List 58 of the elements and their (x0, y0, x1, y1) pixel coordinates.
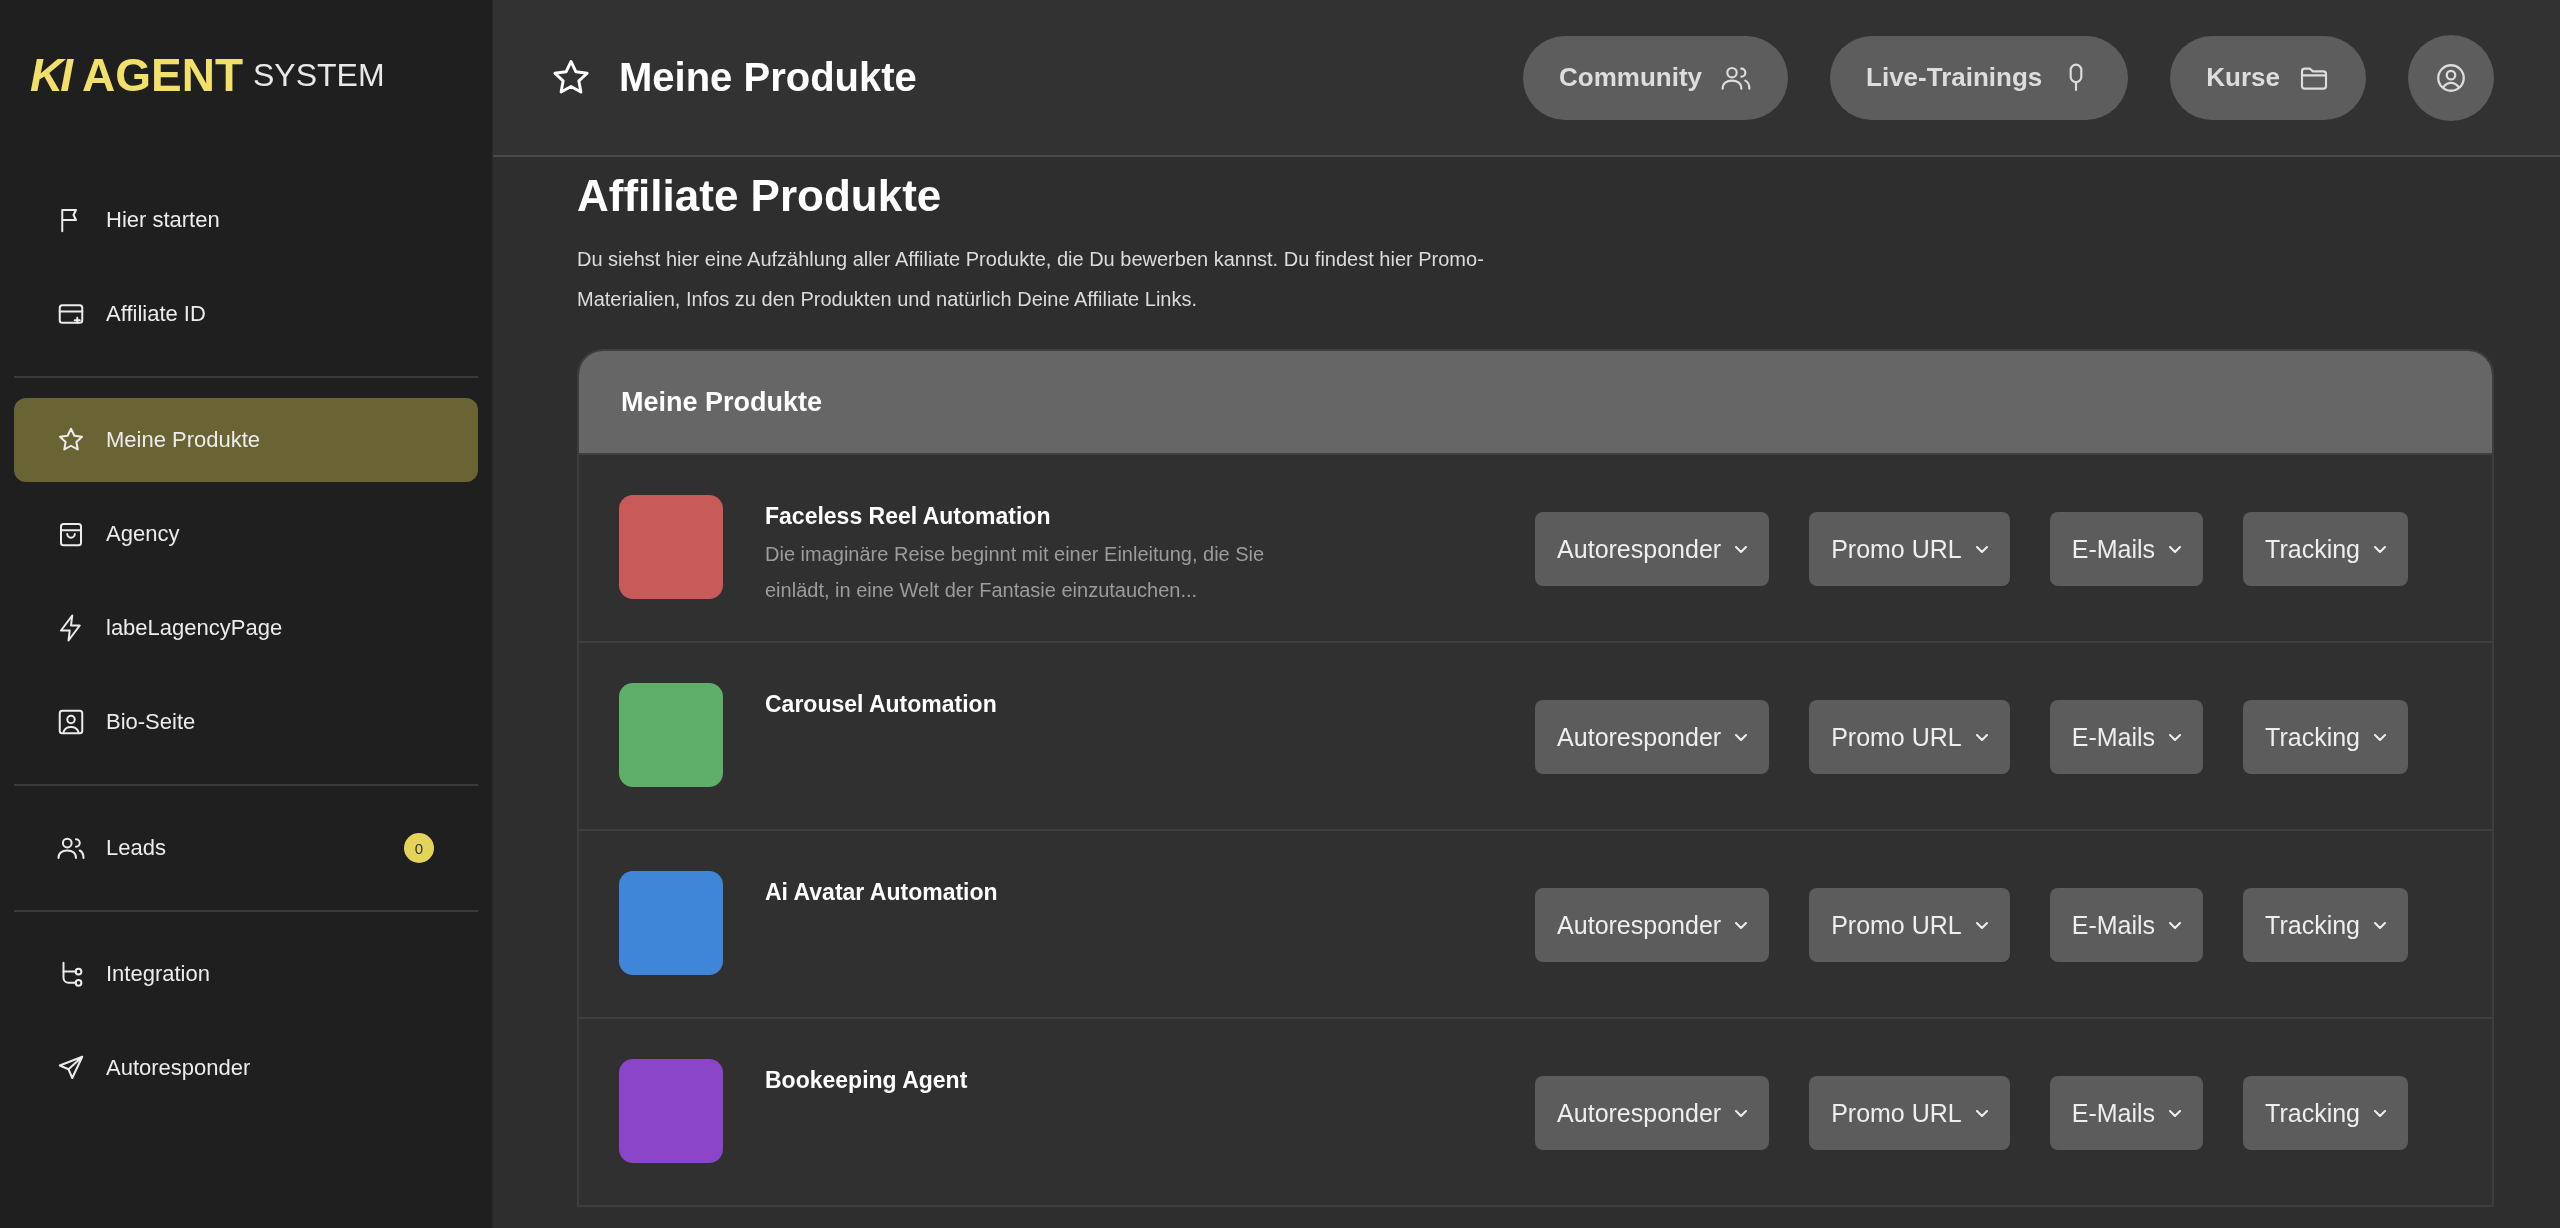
product-name: Ai Avatar Automation (765, 879, 999, 906)
dropdown-button[interactable]: E-Mails (2049, 512, 2204, 586)
chevron-down-icon (1735, 921, 1748, 929)
chevron-down-icon (2374, 733, 2386, 741)
count-badge: 0 (404, 833, 434, 863)
dropdown-button[interactable]: E-Mails (2049, 700, 2204, 774)
person-card-icon (56, 707, 86, 737)
dropdown-button[interactable]: E-Mails (2049, 888, 2204, 962)
chevron-down-icon (2169, 545, 2182, 553)
product-name: Bookeeping Agent (765, 1067, 969, 1094)
dropdown-button[interactable]: Autoresponder (1535, 1076, 1770, 1150)
chevron-down-icon (2169, 733, 2182, 741)
dropdown-button[interactable]: Promo URL (1809, 1076, 2010, 1150)
nav-item[interactable]: Leads 0 (14, 806, 478, 890)
chevron-down-icon (2374, 1109, 2386, 1117)
dropdown-button[interactable]: Autoresponder (1535, 700, 1770, 774)
nav-item[interactable]: Bio-Seite (14, 680, 478, 764)
nav-item[interactable]: Agency (14, 492, 478, 576)
logo-mark: KI (30, 48, 70, 102)
page-title: Meine Produkte (619, 55, 918, 100)
chevron-down-icon (1975, 1109, 1988, 1117)
chevron-down-icon (1975, 733, 1988, 741)
chevron-down-icon (2169, 921, 2182, 929)
dropdown-button[interactable]: Promo URL (1809, 512, 2010, 586)
dropdown-button[interactable]: Autoresponder (1535, 888, 1770, 962)
dropdown-button[interactable]: Autoresponder (1535, 512, 1770, 586)
dropdown-button[interactable]: Tracking (2243, 512, 2408, 586)
section-heading: Affiliate Produkte (577, 171, 943, 221)
chevron-down-icon (2374, 545, 2386, 553)
section-description: Du siehst hier eine Aufzählung aller Affiliate Produkte, die Du bewerben kannst. Du findest hier Promo-Materialien, Infos zu den Produkten und natürlich Deine Affiliate Links. (577, 247, 1485, 312)
dropdown-button[interactable]: Tracking (2243, 888, 2408, 962)
dropdown-button[interactable]: Tracking (2243, 1076, 2408, 1150)
product-name: Faceless Reel Automation (765, 503, 1052, 530)
nav-item[interactable]: Meine Produkte (14, 398, 478, 482)
logo-text: AGENT (82, 48, 243, 102)
nav-item[interactable]: Affiliate ID (14, 272, 478, 356)
chevron-down-icon (2374, 921, 2386, 929)
nav-item[interactable]: Hier starten (14, 178, 478, 262)
chevron-down-icon (1975, 921, 1988, 929)
nav-link[interactable]: Live-Trainings (1830, 35, 2129, 120)
dropdown-button[interactable]: Tracking (2243, 700, 2408, 774)
nav-link[interactable]: Community (1523, 35, 1789, 120)
nav-link[interactable]: Kurse (2170, 35, 2366, 120)
chevron-down-icon (1735, 1109, 1748, 1117)
nav-item[interactable]: Integration (14, 932, 478, 1016)
dropdown-button[interactable]: Promo URL (1809, 888, 2010, 962)
product-description: Die imaginäre Reise beginnt mit einer Einleitung, die Sie einlädt, in eine Welt der Fantasie einzutauchen... (765, 542, 1266, 603)
chevron-down-icon (1735, 545, 1748, 553)
dropdown-button[interactable]: E-Mails (2049, 1076, 2204, 1150)
chevron-down-icon (1975, 545, 1988, 553)
card-header: Meine Produkte (579, 351, 2492, 453)
chevron-down-icon (1735, 733, 1748, 741)
chevron-down-icon (2169, 1109, 2182, 1117)
nav-item[interactable]: labeLagencyPage (14, 586, 478, 670)
dropdown-button[interactable]: Promo URL (1809, 700, 2010, 774)
nav-item[interactable]: Autoresponder (14, 1026, 478, 1110)
logo-subtext: SYSTEM (253, 56, 385, 94)
product-name: Carousel Automation (765, 691, 998, 718)
